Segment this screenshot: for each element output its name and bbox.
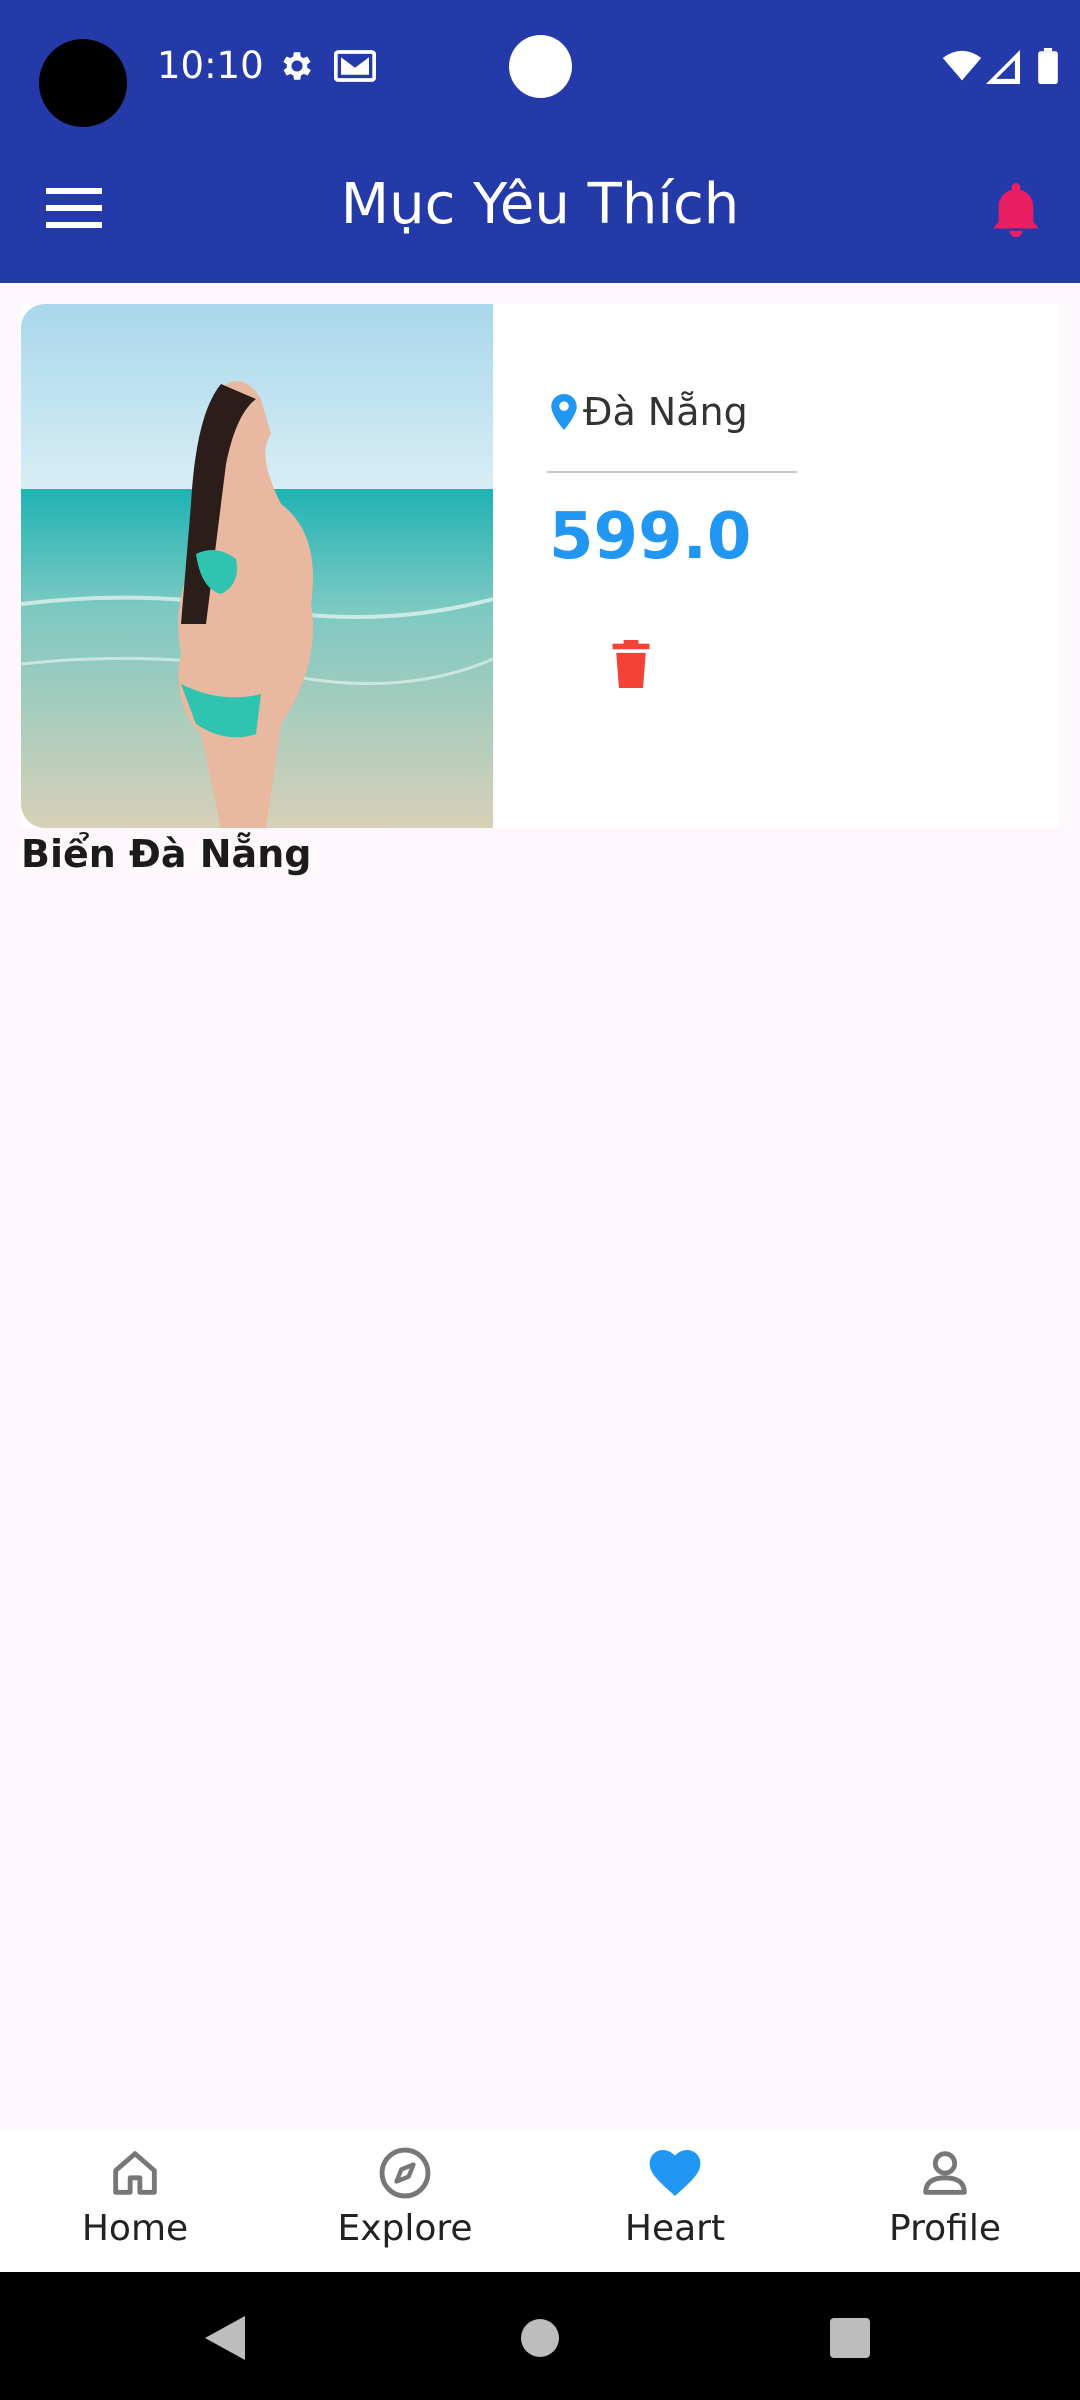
settings-icon	[283, 52, 311, 80]
home-circle-icon[interactable]	[520, 2318, 560, 2358]
nav-heart-label: Heart	[624, 2208, 726, 2249]
camera-dot	[509, 35, 572, 98]
bottom-nav: Home Explore Heart Profile	[0, 2130, 1080, 2272]
location-pin-icon	[551, 394, 577, 430]
nav-profile-label: Profile	[889, 2208, 1001, 2249]
favorite-card[interactable]: Đà Nẵng 599.0	[21, 304, 1059, 828]
battery-icon	[1038, 48, 1058, 84]
nav-explore[interactable]: Explore	[270, 2130, 540, 2272]
bell-icon[interactable]	[990, 180, 1042, 238]
trash-icon	[612, 640, 650, 688]
heart-icon	[649, 2150, 701, 2196]
camera-cutout	[39, 39, 127, 127]
status-time: 10:10	[157, 44, 264, 87]
gmail-icon	[334, 50, 376, 82]
nav-home[interactable]: Home	[0, 2130, 270, 2272]
divider	[547, 471, 797, 473]
wifi-icon	[942, 50, 982, 81]
beach-photo-illustration	[21, 304, 493, 828]
location-text: Đà Nẵng	[583, 390, 748, 434]
page-title: Mục Yêu Thích	[340, 172, 740, 237]
home-icon	[113, 2151, 157, 2195]
nav-heart[interactable]: Heart	[540, 2130, 810, 2272]
signal-icon	[986, 50, 1020, 84]
compass-icon	[379, 2147, 431, 2199]
price-text: 599.0	[549, 500, 752, 574]
nav-home-label: Home	[81, 2208, 189, 2249]
delete-button[interactable]	[591, 624, 671, 704]
recents-icon[interactable]	[830, 2318, 870, 2358]
place-photo[interactable]	[21, 304, 493, 828]
place-name[interactable]: Biển Đà Nẵng	[21, 832, 311, 876]
back-icon[interactable]	[205, 2316, 245, 2360]
system-nav-bar	[0, 2272, 1080, 2400]
app-bar: 10:10 Mục Yêu Thích	[0, 0, 1080, 283]
person-icon	[923, 2151, 967, 2195]
nav-profile[interactable]: Profile	[810, 2130, 1080, 2272]
nav-explore-label: Explore	[337, 2208, 473, 2249]
location-row: Đà Nẵng	[551, 390, 748, 434]
